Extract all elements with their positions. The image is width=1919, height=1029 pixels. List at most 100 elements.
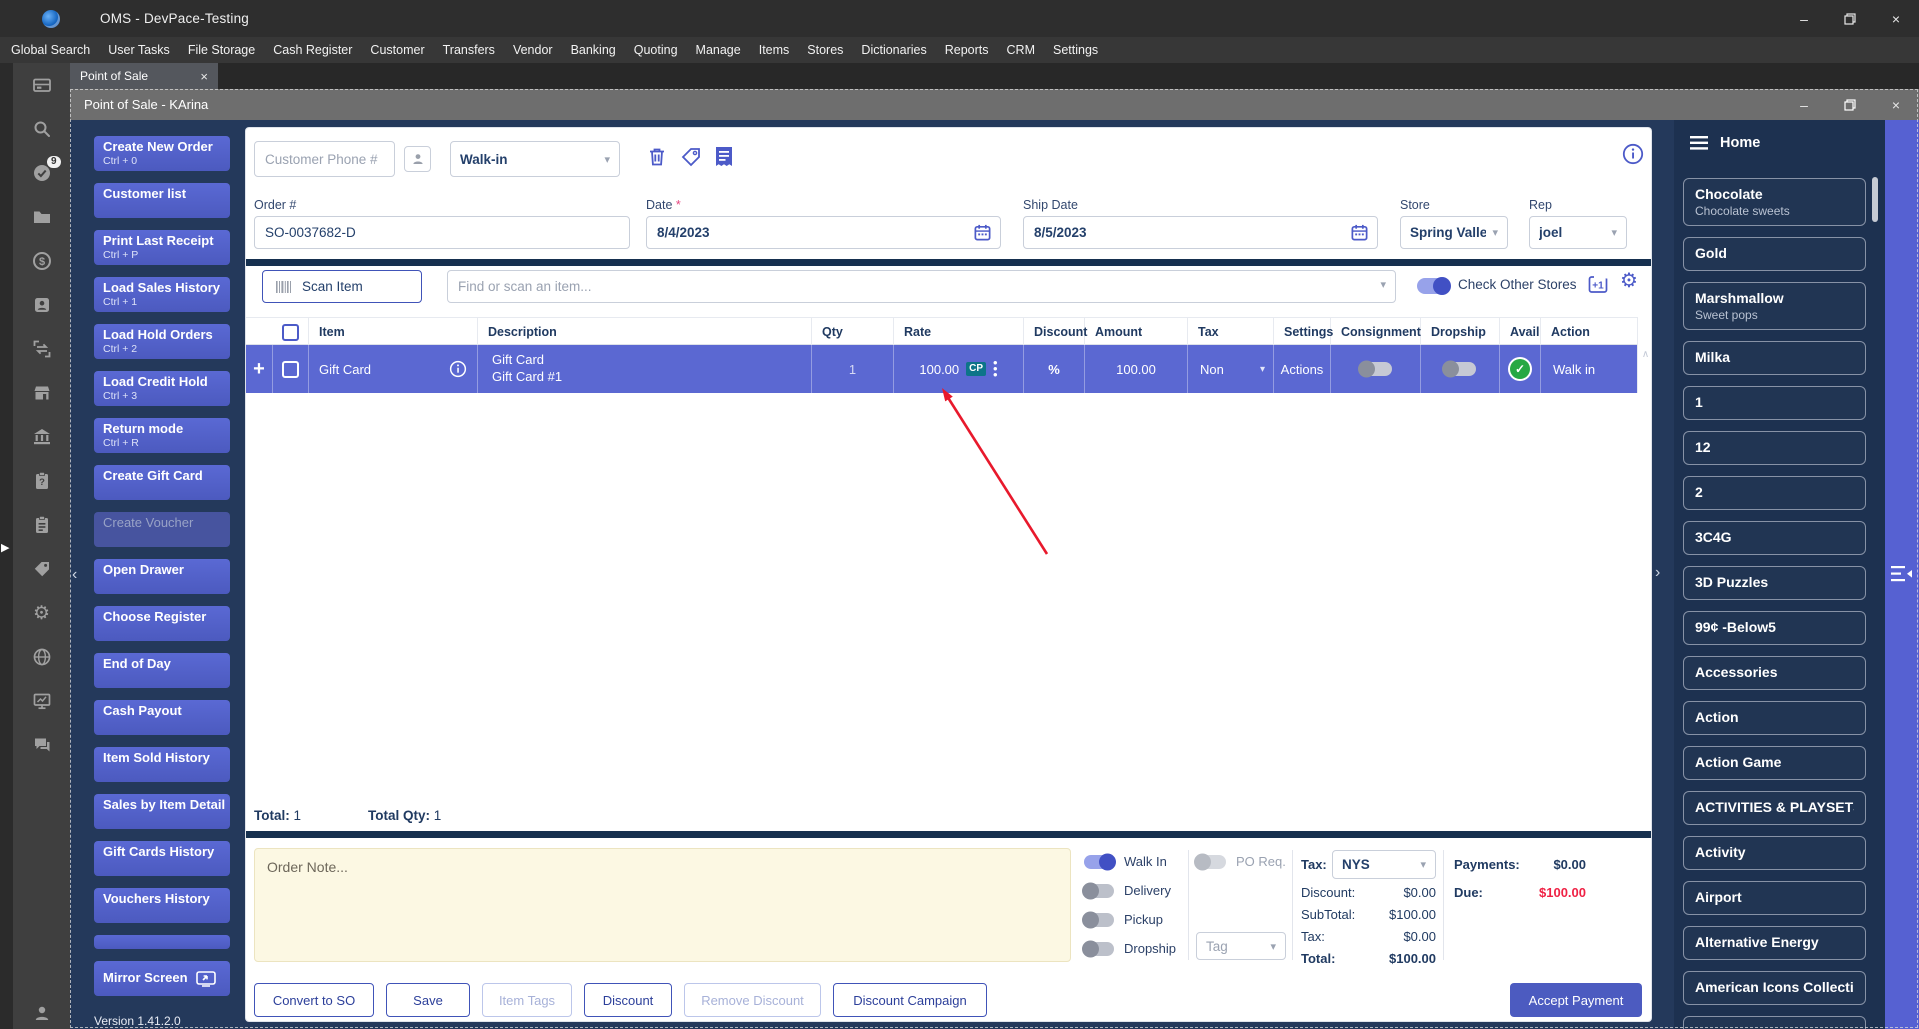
avail-check-icon[interactable]: ✓ — [1510, 359, 1530, 379]
category-2[interactable]: 2 — [1683, 476, 1866, 510]
discount-button[interactable]: Discount — [584, 983, 672, 1017]
category-milka[interactable]: Milka — [1683, 341, 1866, 375]
category-scrollbar[interactable] — [1872, 177, 1878, 222]
close-icon[interactable]: × — [1873, 0, 1919, 37]
discount-campaign-button[interactable]: Discount Campaign — [833, 983, 987, 1017]
hamburger-menu-icon[interactable] — [1690, 136, 1708, 150]
menu-items[interactable]: Items — [750, 37, 799, 63]
category-alternative-energy[interactable]: Alternative Energy — [1683, 926, 1866, 960]
transfer-icon[interactable] — [32, 339, 52, 359]
gear-icon[interactable]: ⚙ — [32, 603, 52, 623]
inner-restore-icon[interactable] — [1827, 89, 1873, 120]
choose-register-button[interactable]: Choose Register — [94, 606, 230, 641]
po-req-toggle[interactable]: PO Req. — [1194, 853, 1286, 870]
category-99c-below5[interactable]: 99¢ -Below5 — [1683, 611, 1866, 645]
menu-user-tasks[interactable]: User Tasks — [99, 37, 179, 63]
ship-calendar-icon[interactable] — [1350, 223, 1369, 242]
menu-stores[interactable]: Stores — [798, 37, 852, 63]
item-actions-link[interactable]: Actions — [1274, 345, 1331, 393]
menu-quoting[interactable]: Quoting — [625, 37, 687, 63]
delete-order-button[interactable] — [646, 145, 668, 169]
menu-dictionaries[interactable]: Dictionaries — [852, 37, 935, 63]
rate-cp-badge[interactable]: CP — [966, 362, 987, 376]
category-american-icons[interactable]: American Icons Collection — [1683, 971, 1866, 1005]
category-3d-puzzles[interactable]: 3D Puzzles — [1683, 566, 1866, 600]
order-tags-button[interactable] — [680, 146, 702, 168]
menu-reports[interactable]: Reports — [936, 37, 998, 63]
user-icon[interactable] — [13, 1003, 70, 1023]
dollar-icon[interactable]: $ — [32, 251, 52, 271]
tag-icon[interactable] — [32, 559, 52, 579]
table-row-gift-card[interactable]: + Gift Card Gift Card Gift Card #1 1 100… — [246, 345, 1637, 393]
check-other-stores-toggle[interactable] — [1417, 277, 1451, 295]
create-gift-card-button[interactable]: Create Gift Card — [94, 465, 230, 500]
category-chocolate[interactable]: Chocolate Chocolate sweets — [1683, 178, 1866, 226]
cash-payout-button[interactable]: Cash Payout — [94, 700, 230, 735]
sales-by-item-detail-button[interactable]: Sales by Item Detail — [94, 794, 230, 829]
clipboard-list-icon[interactable] — [32, 515, 52, 535]
menu-vendor[interactable]: Vendor — [504, 37, 562, 63]
search-icon[interactable] — [32, 119, 52, 139]
tasks-check-icon[interactable]: 9 — [32, 156, 61, 183]
clipped-button[interactable] — [94, 935, 230, 949]
category-12[interactable]: 12 — [1683, 431, 1866, 465]
category-3c4g[interactable]: 3C4G — [1683, 521, 1866, 555]
chevron-down-icon[interactable]: ▾ — [1380, 278, 1386, 291]
load-hold-orders-button[interactable]: Load Hold Orders Ctrl + 2 — [94, 324, 230, 359]
collapse-right-chevron-icon[interactable]: › — [1655, 564, 1660, 582]
menu-settings[interactable]: Settings — [1044, 37, 1107, 63]
tab-point-of-sale[interactable]: Point of Sale × — [70, 63, 218, 89]
return-mode-button[interactable]: Return mode Ctrl + R — [94, 418, 230, 453]
category-partial[interactable] — [1683, 1016, 1866, 1029]
store-select[interactable]: Spring Valle ▾ — [1400, 216, 1508, 249]
create-new-order-button[interactable]: Create New Order Ctrl + 0 — [94, 136, 230, 171]
restore-icon[interactable] — [1827, 0, 1873, 37]
order-number-input[interactable] — [254, 216, 630, 249]
convert-to-so-button[interactable]: Convert to SO — [254, 983, 374, 1017]
minimize-icon[interactable]: – — [1781, 0, 1827, 37]
ship-date-input[interactable] — [1023, 216, 1378, 249]
category-airport[interactable]: Airport — [1683, 881, 1866, 915]
menu-crm[interactable]: CRM — [998, 37, 1044, 63]
menu-global-search[interactable]: Global Search — [2, 37, 99, 63]
customer-list-button[interactable]: Customer list — [94, 183, 230, 218]
save-button[interactable]: Save — [386, 983, 470, 1017]
category-action[interactable]: Action — [1683, 701, 1866, 735]
item-rate-cell[interactable]: 100.00 CP • • • — [894, 345, 1024, 393]
order-note-input[interactable]: Order Note... — [254, 848, 1071, 962]
monitor-chart-icon[interactable] — [32, 691, 52, 711]
ship-method-dropship[interactable]: Dropship — [1082, 940, 1176, 957]
tax-region-select[interactable]: NYS ▾ — [1332, 850, 1436, 879]
right-collapse-bar[interactable] — [1885, 120, 1919, 1029]
inner-close-icon[interactable]: × — [1873, 89, 1919, 120]
category-action-game[interactable]: Action Game — [1683, 746, 1866, 780]
contact-card-icon[interactable] — [32, 295, 52, 315]
inner-minimize-icon[interactable]: – — [1781, 89, 1827, 120]
store-icon[interactable] — [32, 383, 52, 403]
table-scrollbar[interactable]: ∧ — [1637, 317, 1653, 393]
flyout-arrow-icon[interactable]: ▶ — [1, 541, 9, 554]
category-activities-playsets[interactable]: ACTIVITIES & PLAYSETS — [1683, 791, 1866, 825]
mirror-screen-button[interactable]: Mirror Screen — [94, 961, 230, 996]
chat-icon[interactable] — [32, 735, 52, 755]
add-one-window-icon[interactable]: +1 — [1588, 274, 1612, 296]
item-info-icon[interactable] — [449, 360, 467, 378]
grid-settings-gear-icon[interactable]: ⚙ — [1620, 271, 1638, 291]
collapse-left-chevron-icon[interactable]: ‹ — [72, 566, 77, 584]
menu-customer[interactable]: Customer — [361, 37, 433, 63]
category-accessories[interactable]: Accessories — [1683, 656, 1866, 690]
customer-phone-input[interactable] — [254, 141, 395, 177]
load-credit-hold-button[interactable]: Load Credit Hold Ctrl + 3 — [94, 371, 230, 406]
item-qty[interactable]: 1 — [812, 345, 894, 393]
load-sales-history-button[interactable]: Load Sales History Ctrl + 1 — [94, 277, 230, 312]
globe-icon[interactable] — [32, 647, 52, 667]
menu-manage[interactable]: Manage — [687, 37, 750, 63]
category-marshmallow[interactable]: Marshmallow Sweet pops — [1683, 282, 1866, 330]
menu-file-storage[interactable]: File Storage — [179, 37, 264, 63]
ship-method-walk-in[interactable]: Walk In — [1084, 853, 1167, 870]
open-drawer-button[interactable]: Open Drawer — [94, 559, 230, 594]
add-row-plus-icon[interactable]: + — [246, 345, 273, 393]
category-gold[interactable]: Gold — [1683, 237, 1866, 271]
print-last-receipt-button[interactable]: Print Last Receipt Ctrl + P — [94, 230, 230, 265]
tab-close-icon[interactable]: × — [200, 69, 208, 84]
